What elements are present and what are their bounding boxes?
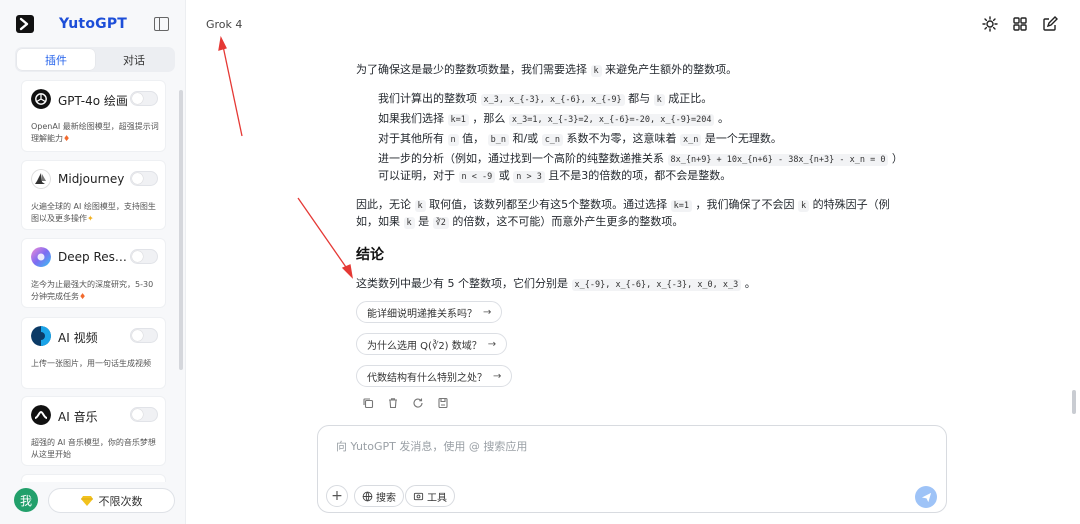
top-toolbar — [982, 16, 1058, 32]
theme-sun-icon[interactable] — [982, 16, 998, 32]
sidebar-scrollbar[interactable] — [179, 90, 183, 370]
new-chat-edit-icon[interactable] — [1042, 16, 1058, 32]
suggestion-chip[interactable]: 代数结构有什么特别之处？ → — [356, 365, 513, 387]
plugin-name: AI 音乐 — [58, 410, 98, 424]
plugin-name: Deep Research — [58, 250, 130, 264]
midjourney-icon — [31, 169, 51, 189]
arrow-right-icon: → — [483, 306, 492, 318]
plugin-desc: 火遍全球的 AI 绘图模型，支持图生图以及更多操作✦ — [31, 202, 156, 223]
arrow-right-icon: → — [493, 370, 502, 382]
plugin-desc: OpenAI 最新绘图模型，超强提示词理解能力♦ — [31, 122, 159, 143]
plugin-card-ai-music[interactable]: AI 音乐 超强的 AI 音乐模型，你的音乐梦想从这里开始 — [21, 396, 166, 466]
list-item: 对于其他所有 n 值， b_n 和/或 c_n 系数不为零，这意味着 x_n 是… — [378, 132, 782, 146]
delete-icon[interactable] — [387, 397, 399, 409]
plugin-toggle[interactable] — [130, 91, 158, 106]
tab-chats[interactable]: 对话 — [95, 49, 173, 70]
suggestion-chip[interactable]: 能详细说明递推关系吗？ → — [356, 301, 503, 323]
diamond-icon — [80, 495, 93, 506]
plugin-name: AI 视频 — [58, 331, 98, 345]
copy-icon[interactable] — [362, 397, 374, 409]
message-input[interactable] — [336, 436, 926, 456]
unlimited-label: 不限次数 — [98, 494, 143, 508]
list-item: 如果我们选择 k=1 ，那么 x_3=1, x_{-3}=2, x_{-6}=-… — [378, 112, 729, 126]
toolbox-icon — [413, 492, 424, 500]
plugin-desc: 迄今为止最强大的深度研究，5-30分钟完成任务♦ — [31, 280, 154, 301]
sidebar: YutoGPT 插件 对话 GPT-4o 绘画 OpenAI 最新绘图模型，超强… — [0, 0, 186, 524]
sidebar-tabs: 插件 对话 — [15, 47, 175, 72]
message-actions — [362, 397, 449, 409]
ai-music-icon — [31, 405, 51, 425]
deep-research-icon — [31, 247, 51, 267]
paragraph: 为了确保这是最少的整数项数量，我们需要选择 k 来避免产生额外的整数项。 — [356, 63, 738, 77]
conclusion-text: 这类数列中最少有 5 个整数项，它们分别是 x_{-9}, x_{-6}, x_… — [356, 277, 756, 291]
openai-icon — [31, 89, 51, 109]
avatar[interactable]: 我 — [14, 488, 38, 512]
arrow-right-icon: → — [487, 338, 497, 350]
plugin-name: GPT-4o 绘画 — [58, 94, 128, 108]
send-icon — [921, 492, 931, 502]
plugin-toggle[interactable] — [130, 407, 158, 422]
search-label: 搜索 — [376, 492, 396, 504]
save-icon[interactable] — [437, 397, 449, 409]
plugin-card-deep-research[interactable]: Deep Research 迄今为止最强大的深度研究，5-30分钟完成任务♦ — [21, 238, 166, 308]
plugin-card-gpt4o[interactable]: GPT-4o 绘画 OpenAI 最新绘图模型，超强提示词理解能力♦ — [21, 80, 166, 152]
search-button[interactable]: 搜索 — [354, 485, 404, 507]
plugin-card-midjourney[interactable]: Midjourney 火遍全球的 AI 绘图模型，支持图生图以及更多操作✦ — [21, 160, 166, 230]
globe-icon — [362, 491, 373, 501]
plugin-toggle[interactable] — [130, 249, 158, 264]
list-item: 可以证明，对于 n < -9 或 n > 3 且不是3的倍数的项，都不会是整数。 — [378, 169, 732, 183]
ai-video-icon — [31, 326, 51, 346]
unlimited-button[interactable]: 不限次数 — [48, 488, 175, 513]
send-button[interactable] — [915, 486, 937, 508]
composer: + 搜索 工具 — [317, 425, 947, 513]
sidebar-collapse-icon[interactable] — [154, 17, 169, 31]
suggestion-chip[interactable]: 为什么选用 Q(∛2) 数域？ → — [356, 333, 508, 355]
main-panel: Grok 4 为了确保这是最少的整数项数量，我们需要选择 k 来避免产生额外的整… — [186, 0, 1080, 524]
fire-icon: ♦ — [79, 292, 87, 301]
plugin-card-ai-video[interactable]: AI 视频 上传一张图片，用一句话生成视频 — [21, 317, 166, 389]
list-item: 我们计算出的整数项 x_3, x_{-3}, x_{-6}, x_{-9} 都与… — [378, 92, 713, 106]
sidebar-footer: 我 不限次数 — [14, 488, 176, 514]
plugin-desc: 上传一张图片，用一句话生成视频 — [31, 359, 151, 368]
plugin-toggle[interactable] — [130, 171, 158, 186]
sparkle-icon: ✦ — [87, 214, 94, 223]
grid-icon[interactable] — [1012, 16, 1028, 32]
plugin-desc: 超强的 AI 音乐模型，你的音乐梦想从这里开始 — [31, 438, 156, 459]
fire-icon: ♦ — [63, 134, 71, 143]
main-scrollbar[interactable] — [1072, 390, 1076, 414]
model-selector[interactable]: Grok 4 — [206, 18, 242, 31]
plugin-name: Midjourney — [58, 172, 125, 186]
plugin-list: GPT-4o 绘画 OpenAI 最新绘图模型，超强提示词理解能力♦ Midjo… — [21, 80, 166, 482]
add-attachment-button[interactable]: + — [326, 485, 348, 507]
plugin-toggle[interactable] — [130, 328, 158, 343]
regenerate-icon[interactable] — [412, 397, 424, 409]
tab-plugins[interactable]: 插件 — [17, 49, 95, 70]
section-heading: 结论 — [356, 247, 384, 263]
tools-label: 工具 — [427, 492, 447, 504]
logo-row: YutoGPT — [0, 0, 186, 46]
plugin-card-partial[interactable] — [21, 474, 166, 482]
tools-button[interactable]: 工具 — [405, 485, 455, 507]
paragraph: 如，如果 k 是 ∛2 的倍数，这不可能）而意外产生更多的整数项。 — [356, 215, 684, 229]
